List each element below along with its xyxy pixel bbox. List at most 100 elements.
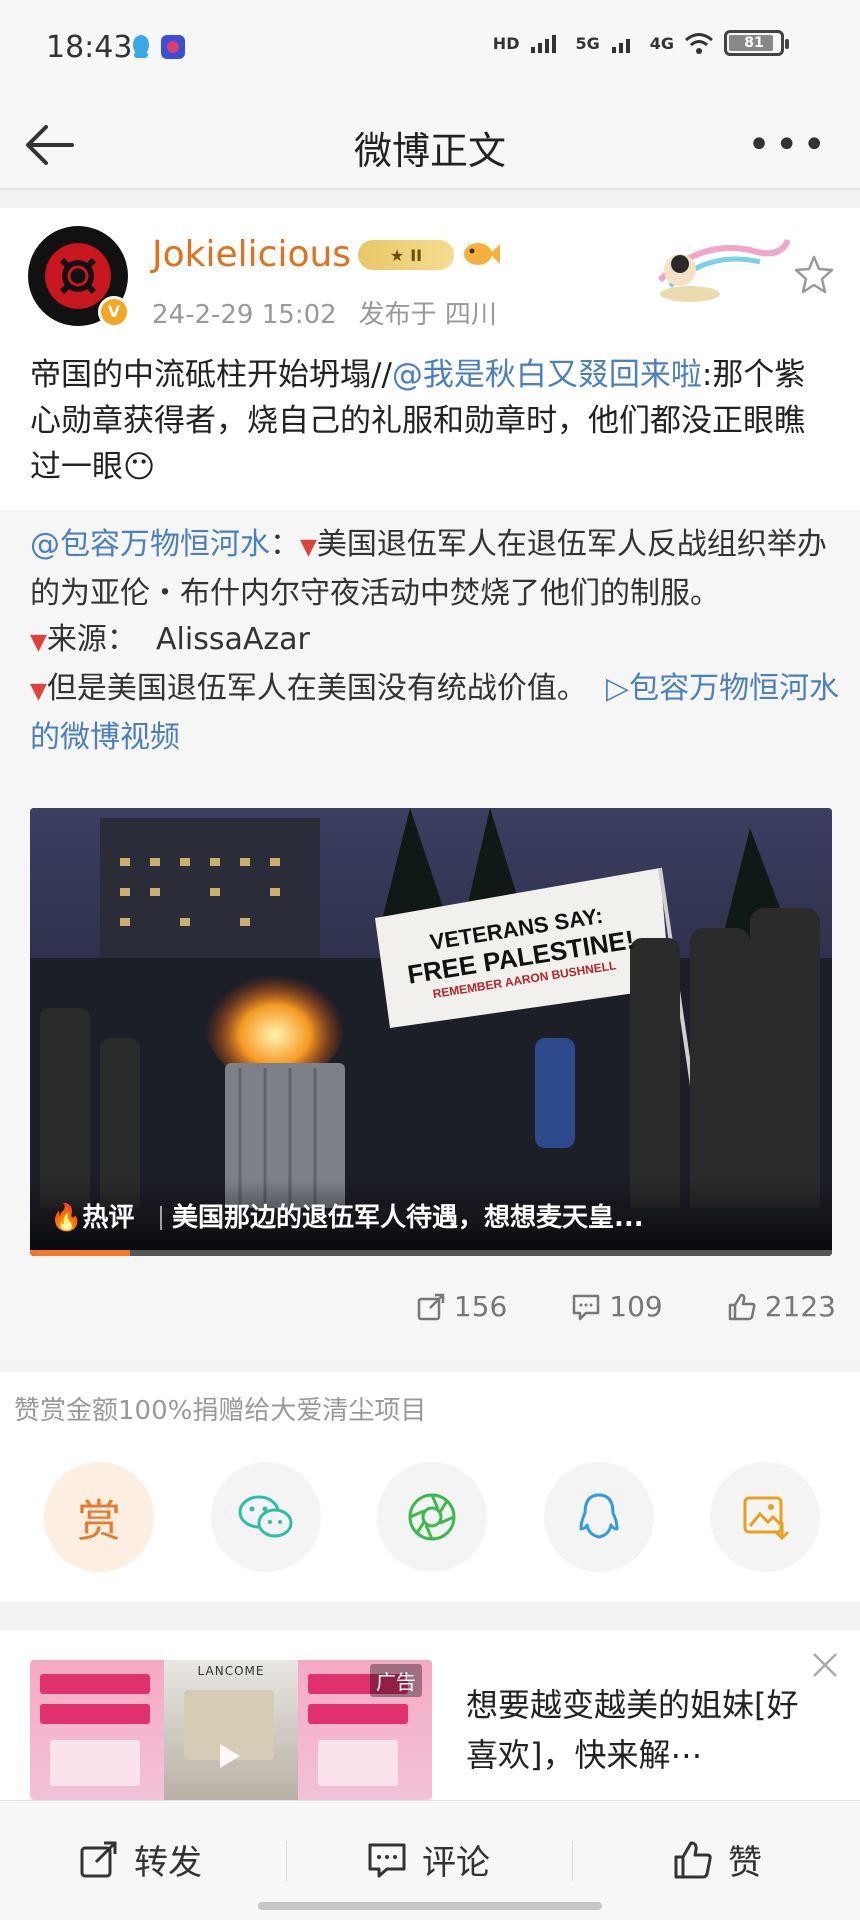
hot-label-text: 热评 xyxy=(82,1203,135,1233)
post-header: V Jokielicious ★ II 24-2-29 15:02 发布于 四川 xyxy=(0,208,860,348)
tip-button[interactable]: 赏 xyxy=(44,1462,154,1572)
like-label: 赞 xyxy=(728,1843,762,1883)
ad-tag: 广告 xyxy=(370,1664,422,1697)
divider xyxy=(286,1841,287,1881)
like-count-button[interactable]: 2123 xyxy=(727,1290,836,1323)
more-dots-icon[interactable]: ••• xyxy=(747,122,830,168)
comment-label: 评论 xyxy=(422,1843,490,1883)
bottom-action-bar: 转发 评论 赞 xyxy=(0,1800,860,1920)
avatar[interactable]: V xyxy=(28,226,130,328)
thumbs-up-icon xyxy=(728,1293,756,1320)
ad-panel-middle: LANCOME xyxy=(164,1660,298,1800)
status-notification-icons xyxy=(130,34,186,60)
save-image-button[interactable] xyxy=(710,1462,820,1572)
reward-label: 赞赏金额100%捐赠给大爱清尘项目 xyxy=(14,1396,427,1426)
hd-label: HD xyxy=(492,33,520,53)
battery-icon: 81 xyxy=(724,30,789,56)
share-wechat-button[interactable] xyxy=(210,1462,321,1572)
comment-icon xyxy=(573,1294,600,1320)
comment-count: 109 xyxy=(609,1290,663,1323)
repost-line3: 但是美国退伍军人在美国没有统战价值。 xyxy=(46,671,587,706)
signal-4g-icon xyxy=(611,39,630,53)
comment-count-button[interactable]: 109 xyxy=(571,1290,663,1323)
repost-count-button[interactable]: 156 xyxy=(416,1290,507,1323)
play-icon xyxy=(220,1744,240,1768)
status-time: 18:43 xyxy=(46,30,133,65)
video-link-icon: ▷ xyxy=(606,671,630,706)
repost-button[interactable]: 转发 xyxy=(78,1835,202,1884)
status-right-icons: HD 5G 4G 81 xyxy=(492,30,789,56)
divider xyxy=(0,190,860,208)
comment-icon xyxy=(368,1843,406,1877)
repost-card[interactable]: @包容万物恒河水：▼美国退伍军人在退伍军人反战组织举办的为亚伦・布什内尔守夜活动… xyxy=(0,510,860,1360)
card-decoration-icon xyxy=(657,238,790,302)
mention-link[interactable]: @我是秋白又叕回来啦 xyxy=(392,357,702,393)
ad-brand: LANCOME xyxy=(197,1664,265,1678)
page-title: 微博正文 xyxy=(353,129,506,173)
moments-icon xyxy=(408,1493,456,1541)
divider xyxy=(572,1841,573,1881)
app-notification-icon xyxy=(161,35,185,59)
status-bar: 18:43 HD 5G 4G 81 xyxy=(0,0,860,100)
image-download-icon xyxy=(743,1496,790,1541)
network-4g-label: 4G xyxy=(649,33,674,53)
source-value: AlissaAzar xyxy=(156,622,310,657)
qq-notification-icon xyxy=(133,35,149,58)
favorite-star-icon[interactable] xyxy=(794,254,834,294)
nav-bar: 微博正文 ••• xyxy=(0,100,860,190)
battery-level: 81 xyxy=(744,35,764,51)
post-text-part1: 帝国的中流砥柱开始坍塌// xyxy=(30,357,392,393)
share-moments-button[interactable] xyxy=(377,1462,487,1572)
divider xyxy=(0,1602,860,1630)
fan-badge-icon[interactable] xyxy=(460,238,500,270)
avatar-emblem-icon xyxy=(59,257,97,295)
share-qq-button[interactable] xyxy=(543,1462,654,1572)
colon: ： xyxy=(270,527,300,562)
post-date: 24-2-29 15:02 xyxy=(152,300,337,330)
tip-icon: 赏 xyxy=(77,1496,121,1547)
red-triangle-icon: ▼ xyxy=(30,679,47,704)
ad-text[interactable]: 想要越变越美的姐妹[好喜欢]，快来解⋯ xyxy=(466,1680,806,1780)
like-count: 2123 xyxy=(764,1290,836,1323)
hot-comment-label[interactable]: 🔥热评 xyxy=(50,1197,134,1234)
vip-badge[interactable]: ★ II xyxy=(358,240,454,270)
share-icon xyxy=(80,1841,117,1877)
qq-icon xyxy=(579,1493,618,1539)
ad-image[interactable]: LANCOME 广告 xyxy=(30,1660,432,1800)
video-progress-fill xyxy=(30,1250,131,1256)
ad-panel-left xyxy=(30,1660,164,1800)
comment-button[interactable]: 评论 xyxy=(366,1835,490,1884)
source-label: 来源： xyxy=(46,622,137,657)
repost-body: @包容万物恒河水：▼美国退伍军人在退伍军人反战组织举办的为亚伦・布什内尔守夜活动… xyxy=(30,522,840,761)
emoji: 😶 xyxy=(123,449,156,485)
ad-card[interactable]: LANCOME 广告 想要越变越美的姐妹[好喜欢]，快来解⋯ xyxy=(0,1630,860,1800)
repost-author-link[interactable]: @包容万物恒河水 xyxy=(30,527,270,562)
close-icon[interactable] xyxy=(810,1650,840,1680)
reward-section: 赞赏金额100%捐赠给大爱清尘项目 赏 xyxy=(0,1372,860,1602)
repost-label: 转发 xyxy=(134,1843,202,1883)
video-player[interactable]: VETERANS SAY: FREE PALESTINE! REMEMBER A… xyxy=(30,808,832,1256)
wechat-icon xyxy=(238,1495,292,1538)
video-progress-bar[interactable] xyxy=(30,1250,832,1256)
username[interactable]: Jokielicious xyxy=(152,234,351,275)
verified-badge-icon: V xyxy=(98,296,130,328)
fire-icon: 🔥 xyxy=(50,1203,83,1233)
vip-level: II xyxy=(410,245,423,265)
home-indicator[interactable] xyxy=(258,1902,602,1910)
post-body: 帝国的中流砥柱开始坍塌//@我是秋白又叕回来啦:那个紫心勋章获得者，烧自己的礼服… xyxy=(30,352,830,490)
red-triangle-icon: ▼ xyxy=(300,535,317,560)
network-5g-label: 5G xyxy=(575,33,600,53)
divider xyxy=(160,1206,162,1230)
thumbs-up-icon xyxy=(674,1841,712,1878)
share-row: 赏 xyxy=(44,1462,820,1572)
hot-comment-text[interactable]: 美国那边的退伍军人待遇，想想麦天皇... xyxy=(172,1197,644,1234)
like-button[interactable]: 赞 xyxy=(672,1835,762,1884)
repost-actions: 156 109 2123 xyxy=(416,1290,836,1323)
share-icon xyxy=(417,1293,445,1320)
signal-5g-icon xyxy=(531,35,557,53)
post-meta: 24-2-29 15:02 发布于 四川 xyxy=(152,294,519,331)
post-location: 发布于 四川 xyxy=(358,300,497,330)
wifi-icon xyxy=(685,33,713,54)
red-triangle-icon: ▼ xyxy=(30,630,47,655)
repost-count: 156 xyxy=(453,1290,508,1323)
